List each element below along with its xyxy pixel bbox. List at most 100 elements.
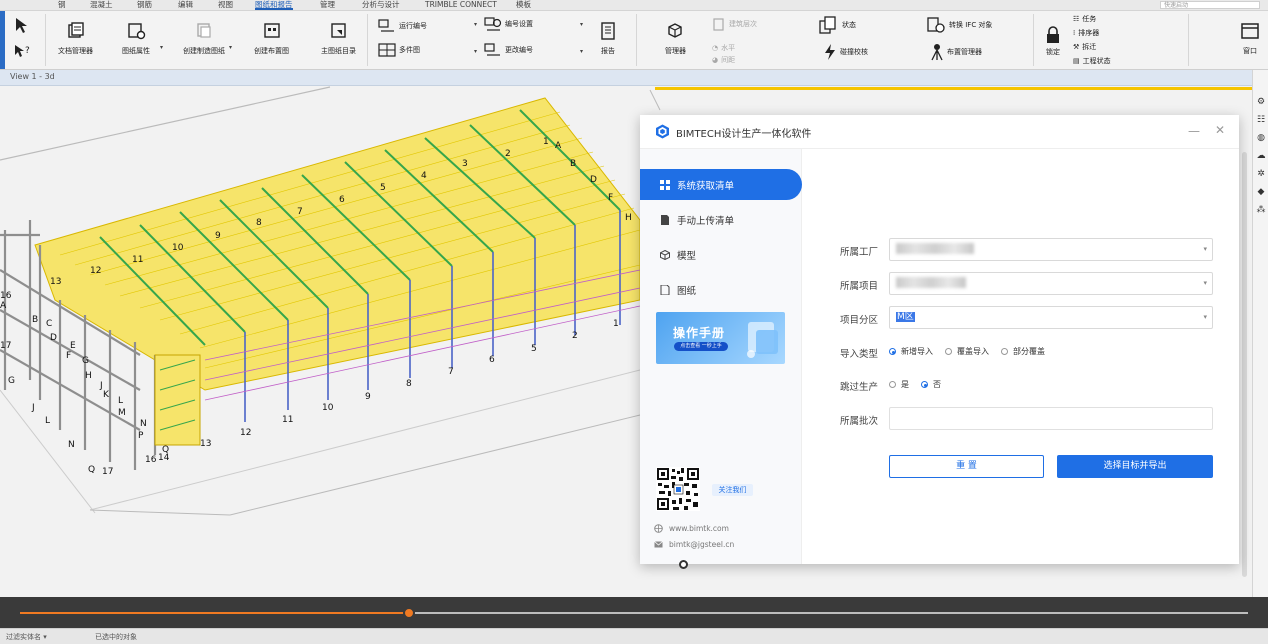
skip-no-radio[interactable]: 否: [921, 379, 941, 390]
demolish-button[interactable]: ⚒ 拆迁: [1073, 42, 1096, 52]
radio-label: 新增导入: [901, 347, 933, 356]
bimtech-dialog: BIMTECH设计生产一体化软件 — ✕ 系统获取清单 手动上传清单 模型 图纸: [640, 115, 1239, 564]
grid-label: 16: [145, 455, 157, 465]
tab-trimble-connect[interactable]: TRIMBLE CONNECT: [425, 0, 497, 10]
bimtech-logo-icon: [656, 124, 669, 139]
demolish-label: 拆迁: [1082, 43, 1097, 51]
layers-icon[interactable]: ☷: [1255, 114, 1267, 126]
organizer-button[interactable]: 管理器: [665, 22, 686, 56]
numbering-settings-button[interactable]: 编号设置: [484, 16, 533, 32]
reset-button[interactable]: 重 置: [889, 455, 1044, 478]
tab-steel[interactable]: 钢: [58, 0, 66, 10]
grid-label: 8: [406, 379, 412, 389]
ribbon-tab-row: 钢 混凝土 钢筋 编辑 视图 图纸和报告 管理 分析与设计 TRIMBLE CO…: [0, 0, 1268, 11]
website-link[interactable]: www.bimtk.com: [654, 524, 729, 533]
create-layout-drawing-button[interactable]: 创建布置图: [254, 22, 289, 56]
tab-view[interactable]: 视图: [218, 0, 233, 10]
lock-icon: [1047, 26, 1059, 43]
layout-drawing-icon: [263, 23, 280, 38]
grid-label: D: [590, 175, 597, 185]
drawing-properties-dropdown-icon[interactable]: ▾: [160, 44, 163, 51]
project-select[interactable]: ▾: [889, 272, 1213, 295]
grid-label: E: [70, 341, 76, 351]
drawing-properties-button[interactable]: 图纸属性: [122, 22, 150, 56]
tab-manage[interactable]: 管理: [320, 0, 335, 10]
video-progress-fill: [20, 612, 410, 614]
sequencer-button[interactable]: ⁞ 排序器: [1073, 28, 1099, 38]
minimize-icon[interactable]: —: [1188, 124, 1200, 138]
quick-launch-input[interactable]: 快速启动: [1160, 1, 1260, 9]
change-numbering-button[interactable]: 更改编号: [484, 43, 533, 57]
tab-rebar[interactable]: 钢筋: [137, 0, 152, 10]
close-icon[interactable]: ✕: [1215, 123, 1225, 137]
follow-us-button[interactable]: 关注我们: [712, 484, 753, 496]
gear-icon[interactable]: ✲: [1255, 168, 1267, 180]
numbering-settings-more-icon[interactable]: ▾: [580, 21, 583, 28]
video-progress-knob[interactable]: [403, 607, 416, 619]
grid-label: 17: [102, 467, 113, 477]
document-manager-button[interactable]: 文档管理器: [58, 22, 93, 56]
nav-drawing[interactable]: 图纸: [640, 274, 802, 305]
grid-label: N: [140, 419, 147, 429]
building-levels-button[interactable]: 建筑层次: [712, 17, 757, 31]
globe-icon[interactable]: ◍: [1255, 132, 1267, 144]
create-drawing-dropdown-icon[interactable]: ▾: [229, 44, 232, 51]
lock-button[interactable]: 锁定: [1043, 26, 1063, 57]
nav-system-list[interactable]: 系统获取清单: [640, 169, 802, 200]
tab-analysis-design[interactable]: 分析与设计: [362, 0, 400, 10]
create-fabrication-drawing-button[interactable]: 创建制造图纸: [183, 22, 225, 56]
report-button[interactable]: 报告: [598, 22, 618, 56]
settings-icon[interactable]: ⚙: [1255, 96, 1267, 108]
email-link[interactable]: bimtk@jgsteel.cn: [654, 540, 734, 549]
factory-select[interactable]: ▾: [889, 238, 1213, 261]
ribbon-separator: [1188, 14, 1189, 66]
window-button[interactable]: 窗口: [1240, 22, 1260, 56]
import-new-radio[interactable]: 新增导入: [889, 346, 933, 357]
batch-input[interactable]: [889, 407, 1213, 430]
grid-label: C: [46, 319, 52, 329]
zone-select[interactable]: M区 ▾: [889, 306, 1213, 329]
import-overwrite-radio[interactable]: 覆盖导入: [945, 346, 989, 357]
multi-drawing-dropdown-icon[interactable]: ▾: [474, 48, 477, 55]
building-levels-icon: [713, 18, 724, 31]
import-partial-radio[interactable]: 部分覆盖: [1001, 346, 1045, 357]
tab-drawings-reports[interactable]: 图纸和报告: [255, 0, 293, 10]
window-label: 窗口: [1243, 47, 1257, 55]
status-filter[interactable]: 过滤实体名 ▾: [6, 632, 47, 642]
run-numbering-button[interactable]: 运行编号: [378, 19, 427, 33]
tab-templates[interactable]: 模板: [516, 0, 531, 10]
apps-icon[interactable]: ⁂: [1255, 204, 1267, 216]
select-tool-button[interactable]: [12, 16, 32, 40]
tab-concrete[interactable]: 混凝土: [90, 0, 113, 10]
help-button[interactable]: ?: [12, 42, 32, 66]
layout-manager-button[interactable]: 布置管理器: [930, 43, 982, 61]
banner-button[interactable]: 点击查看 一秒上手: [674, 342, 728, 351]
cube-icon[interactable]: ◆: [1255, 186, 1267, 198]
multi-drawing-button[interactable]: 多件图: [378, 43, 420, 57]
change-numbering-more-icon[interactable]: ▾: [580, 48, 583, 55]
numbering-icon: [378, 19, 394, 32]
project-status-button[interactable]: ▤ 工程状态: [1073, 56, 1111, 66]
video-progress-track[interactable]: [20, 607, 1248, 619]
nav-model[interactable]: 模型: [640, 239, 802, 270]
master-drawing-list-button[interactable]: 主图纸目录: [321, 22, 356, 56]
numbering-settings-dropdown-icon[interactable]: ▾: [474, 21, 477, 28]
drag-handle[interactable]: [679, 560, 688, 569]
vertical-spacing-button[interactable]: ◕ 间距: [712, 55, 735, 65]
convert-ifc-button[interactable]: 转换 IFC 对象: [926, 16, 992, 34]
horizontal-button[interactable]: ◔ 水平: [712, 43, 735, 53]
nav-manual-upload[interactable]: 手动上传清单: [640, 204, 802, 235]
clash-check-button[interactable]: 碰撞校核: [823, 43, 868, 61]
lock-label: 锁定: [1046, 48, 1060, 56]
skip-yes-radio[interactable]: 是: [889, 379, 909, 390]
task-icon: ☷: [1073, 15, 1080, 23]
manual-banner[interactable]: 操作手册 点击查看 一秒上手: [656, 312, 785, 364]
task-button[interactable]: ☷ 任务: [1073, 14, 1096, 24]
radio-icon: [1001, 348, 1008, 355]
viewport-scrollbar[interactable]: [1242, 152, 1247, 577]
radio-icon: [921, 381, 928, 388]
tab-edit[interactable]: 编辑: [178, 0, 193, 10]
status-button[interactable]: 状态: [819, 16, 856, 34]
cloud-icon[interactable]: ☁: [1255, 150, 1267, 162]
select-target-export-button[interactable]: 选择目标并导出: [1057, 455, 1213, 478]
